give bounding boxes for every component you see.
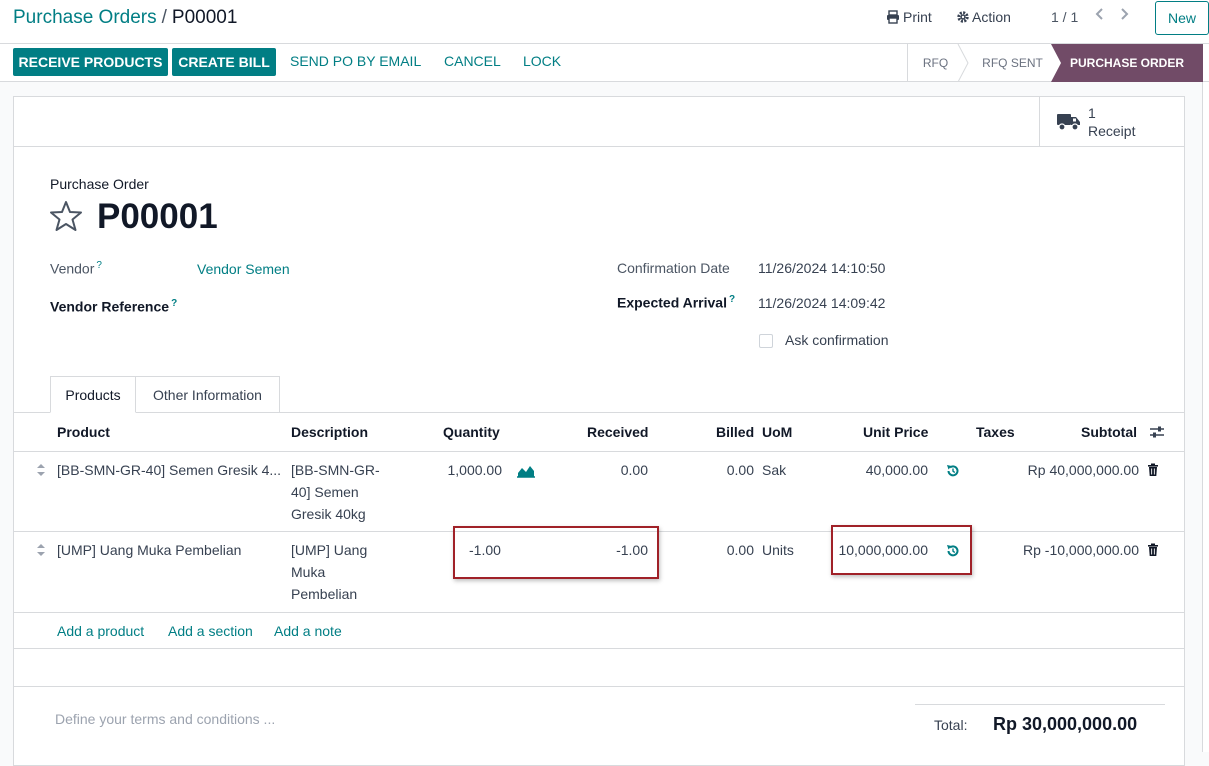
highlight-box-quantity-received xyxy=(453,526,659,579)
row-received[interactable]: 0.00 xyxy=(548,462,648,478)
description-line: 40] Semen xyxy=(291,484,359,500)
breadcrumb-separator: / xyxy=(161,7,167,28)
row-quantity[interactable]: 1,000.00 xyxy=(402,462,503,478)
reset-price-icon[interactable] xyxy=(946,464,960,481)
row-uom[interactable]: Sak xyxy=(762,462,786,478)
col-received[interactable]: Received xyxy=(587,424,648,440)
col-billed[interactable]: Billed xyxy=(716,424,754,440)
row-uom[interactable]: Units xyxy=(762,542,794,558)
total-divider xyxy=(915,704,1165,705)
col-quantity[interactable]: Quantity xyxy=(443,424,500,440)
print-button[interactable]: Print xyxy=(903,9,932,25)
print-icon[interactable] xyxy=(886,10,900,27)
trash-icon[interactable] xyxy=(1147,463,1159,480)
cancel-button[interactable]: CANCEL xyxy=(444,53,501,69)
row-billed: 0.00 xyxy=(726,542,754,558)
col-description[interactable]: Description xyxy=(291,424,368,440)
description-line: Gresik 40kg xyxy=(291,506,366,522)
star-icon[interactable] xyxy=(49,200,83,235)
expected-arrival-value[interactable]: 11/26/2024 14:09:42 xyxy=(758,295,885,311)
status-bar: RECEIVE PRODUCTS CREATE BILL SEND PO BY … xyxy=(0,44,1209,82)
breadcrumb-current: P00001 xyxy=(171,7,238,28)
help-mark[interactable]: ? xyxy=(96,260,102,271)
receive-products-button[interactable]: RECEIVE PRODUCTS xyxy=(13,48,168,76)
breadcrumb: Purchase Orders / P00001 xyxy=(13,7,237,29)
chevron-left-icon[interactable] xyxy=(1095,7,1105,26)
form-sheet: 1 Receipt Purchase Order P00001 Vendor? … xyxy=(13,96,1185,766)
send-po-email-button[interactable]: SEND PO BY EMAIL xyxy=(290,53,421,69)
col-uom[interactable]: UoM xyxy=(762,424,792,440)
tabs-divider xyxy=(14,412,1184,413)
receipt-smart-button[interactable]: 1 Receipt xyxy=(1039,97,1184,146)
col-taxes[interactable]: Taxes xyxy=(976,424,1015,440)
row-description[interactable]: [UMP] Uang Muka Pembelian xyxy=(291,539,391,605)
add-note-link[interactable]: Add a note xyxy=(274,623,342,639)
row-product[interactable]: [UMP] Uang Muka Pembelian xyxy=(57,542,241,558)
total-label: Total: xyxy=(934,717,968,733)
gear-icon[interactable] xyxy=(956,10,970,27)
row-border xyxy=(14,612,1184,613)
chatter-edge xyxy=(1202,82,1209,752)
header-border xyxy=(14,451,1184,452)
title-label: Purchase Order xyxy=(50,176,149,192)
row-description[interactable]: [BB-SMN-GR- 40] Semen Gresik 40kg xyxy=(291,459,391,525)
control-bar: Purchase Orders / P00001 Print Action 1 / … xyxy=(0,0,1209,44)
add-product-link[interactable]: Add a product xyxy=(57,623,144,639)
row-billed: 0.00 xyxy=(726,462,754,478)
new-button[interactable]: New xyxy=(1155,1,1209,35)
add-section-link[interactable]: Add a section xyxy=(168,623,253,639)
confirmation-date-label: Confirmation Date xyxy=(617,260,730,276)
action-button[interactable]: Action xyxy=(972,9,1011,25)
confirmation-date-value: 11/26/2024 14:10:50 xyxy=(758,260,886,276)
po-name: P00001 xyxy=(97,197,218,236)
row-subtotal: Rp -10,000,000.00 xyxy=(1023,542,1139,558)
tab-products[interactable]: Products xyxy=(50,376,136,413)
terms-input[interactable]: Define your terms and conditions ... xyxy=(55,711,275,727)
description-line: [BB-SMN-GR- xyxy=(291,462,380,478)
col-unit-price[interactable]: Unit Price xyxy=(863,424,928,440)
breadcrumb-purchase-orders-link[interactable]: Purchase Orders xyxy=(13,7,157,28)
row-unit-price[interactable]: 40,000.00 xyxy=(828,462,928,478)
vendor-value[interactable]: Vendor Semen xyxy=(197,261,290,277)
help-mark[interactable]: ? xyxy=(171,298,177,309)
receipt-count: 1 xyxy=(1088,105,1096,121)
row-border xyxy=(14,648,1184,649)
column-settings-icon[interactable] xyxy=(1149,425,1165,442)
col-subtotal[interactable]: Subtotal xyxy=(1081,424,1137,440)
stage-arrow-separator xyxy=(957,44,969,82)
receipt-label: Receipt xyxy=(1088,123,1136,139)
chevron-right-icon[interactable] xyxy=(1119,7,1129,26)
description-line: [UMP] Uang xyxy=(291,542,368,558)
stage-rfq[interactable]: RFQ xyxy=(908,44,963,82)
truck-icon xyxy=(1057,112,1081,135)
row-border xyxy=(14,686,1184,687)
drag-handle-icon[interactable] xyxy=(36,464,46,477)
stage-purchase-order[interactable]: PURCHASE ORDER xyxy=(1051,44,1203,82)
vendor-reference-label: Vendor Reference? xyxy=(50,298,178,315)
pager-value[interactable]: 1 / 1 xyxy=(1051,9,1078,25)
button-box: 1 Receipt xyxy=(14,97,1184,147)
description-line: Pembelian xyxy=(291,586,358,602)
row-subtotal: Rp 40,000,000.00 xyxy=(1027,462,1139,478)
create-bill-button[interactable]: CREATE BILL xyxy=(172,48,276,76)
expected-arrival-label: Expected Arrival? xyxy=(617,294,736,311)
total-value: Rp 30,000,000.00 xyxy=(993,714,1138,734)
stage-rfq-sent[interactable]: RFQ SENT xyxy=(969,44,1056,82)
lock-button[interactable]: LOCK xyxy=(523,53,561,69)
ask-confirmation-checkbox[interactable] xyxy=(759,334,773,348)
row-product[interactable]: [BB-SMN-GR-40] Semen Gresik 4... xyxy=(57,462,281,478)
vendor-label: Vendor? xyxy=(50,260,102,277)
ask-confirmation-label: Ask confirmation xyxy=(785,332,889,348)
highlight-box-unit-price xyxy=(831,525,972,575)
forecast-chart-icon[interactable] xyxy=(517,464,535,481)
description-line: Muka xyxy=(291,564,326,580)
trash-icon[interactable] xyxy=(1147,543,1159,560)
drag-handle-icon[interactable] xyxy=(36,544,46,557)
tab-other-information[interactable]: Other Information xyxy=(136,376,280,413)
help-mark[interactable]: ? xyxy=(729,294,735,305)
col-product[interactable]: Product xyxy=(57,424,110,440)
